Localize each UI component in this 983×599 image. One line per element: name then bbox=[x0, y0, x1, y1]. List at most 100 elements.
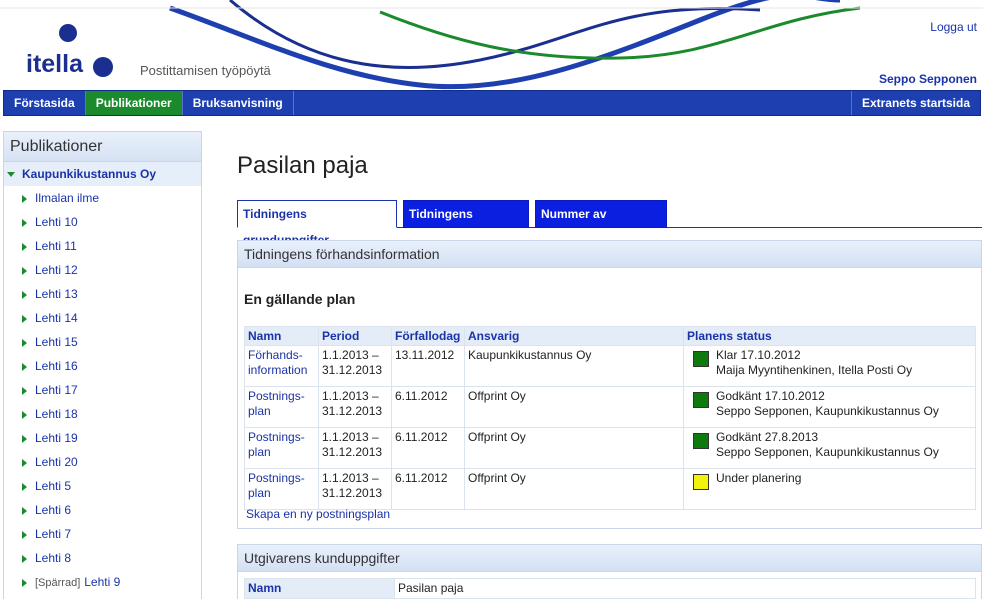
plan-name-link[interactable]: plan bbox=[248, 404, 315, 419]
sidebar-item-publisher[interactable]: Kaupunkikustannus Oy bbox=[4, 162, 201, 186]
itella-logo: itella bbox=[26, 50, 83, 78]
sidebar-item-label: Lehti 5 bbox=[35, 479, 72, 493]
status-label: Godkänt 17.10.2012 bbox=[716, 389, 825, 403]
status-cell-wrap: Godkänt 17.10.2012 Seppo Sepponen, Kaupun… bbox=[683, 386, 976, 428]
period-cell: 1.1.2013 –31.12.2013 bbox=[318, 386, 392, 428]
collapsed-arrow-icon bbox=[22, 507, 27, 515]
due-date-cell: 6.11.2012 bbox=[391, 427, 465, 469]
sidebar-title: Publikationer bbox=[4, 132, 201, 162]
collapsed-arrow-icon bbox=[22, 531, 27, 539]
sidebar-item[interactable]: Lehti 12 bbox=[4, 258, 201, 282]
current-user[interactable]: Seppo Sepponen bbox=[879, 72, 977, 86]
period-cell: 1.1.2013 –31.12.2013 bbox=[318, 427, 392, 469]
sidebar-item[interactable]: Lehti 16 bbox=[4, 354, 201, 378]
plan-name-cell[interactable]: Förhands-information bbox=[244, 345, 319, 387]
plan-name-link[interactable]: information bbox=[248, 363, 315, 378]
nav-item-forstasida[interactable]: Förstasida bbox=[4, 91, 86, 115]
collapsed-arrow-icon bbox=[22, 459, 27, 467]
plan-table-body: Förhands-information 1.1.2013 –31.12.2013… bbox=[244, 345, 976, 510]
period-start: 1.1.2013 – bbox=[322, 471, 379, 485]
collapsed-arrow-icon bbox=[22, 435, 27, 443]
logout-link[interactable]: Logga ut bbox=[930, 20, 977, 34]
status-text: Klar 17.10.2012 Maija Myyntihenkinen, Ite… bbox=[716, 348, 912, 378]
collapsed-arrow-icon bbox=[22, 555, 27, 563]
sidebar-item[interactable]: Lehti 15 bbox=[4, 330, 201, 354]
plan-status: Under planering bbox=[687, 471, 972, 490]
status-color-icon bbox=[693, 474, 709, 490]
nav-item-extranet[interactable]: Extranets startsida bbox=[850, 91, 980, 115]
plan-status: Klar 17.10.2012 Maija Myyntihenkinen, Ite… bbox=[687, 348, 972, 378]
collapsed-arrow-icon bbox=[22, 387, 27, 395]
app-tagline: Postittamisen työpöytä bbox=[140, 63, 271, 78]
sidebar-item[interactable]: Lehti 19 bbox=[4, 426, 201, 450]
period-cell: 1.1.2013 –31.12.2013 bbox=[318, 468, 392, 510]
status-cell-wrap: Under planering bbox=[683, 468, 976, 510]
create-plan-link[interactable]: Skapa en ny postningsplan bbox=[246, 507, 390, 521]
status-color-icon bbox=[693, 392, 709, 408]
sidebar-item-label: Lehti 7 bbox=[35, 527, 72, 541]
panel-heading: Utgivarens kunduppgifter bbox=[238, 545, 981, 572]
plan-name-link[interactable]: Postnings- bbox=[248, 389, 315, 404]
plan-name-link[interactable]: Postnings- bbox=[248, 471, 315, 486]
nav-item-publikationer[interactable]: Publikationer bbox=[85, 91, 183, 115]
plan-name-cell[interactable]: Postnings-plan bbox=[244, 468, 319, 510]
preinfo-panel: Tidningens förhandsinformation En gällan… bbox=[237, 240, 982, 529]
tab-nummer[interactable]: Nummer av tidningen bbox=[535, 200, 667, 247]
page-title: Pasilan paja bbox=[237, 152, 368, 179]
table-row: Postnings-plan 1.1.2013 –31.12.2013 6.11.2… bbox=[244, 468, 976, 510]
status-detail: Seppo Sepponen, Kaupunkikustannus Oy bbox=[716, 445, 939, 459]
plan-name-cell[interactable]: Postnings-plan bbox=[244, 427, 319, 469]
status-color-icon bbox=[693, 433, 709, 449]
collapsed-arrow-icon bbox=[22, 267, 27, 275]
plan-name-link[interactable]: Förhands- bbox=[248, 348, 315, 363]
responsible-cell: Offprint Oy bbox=[464, 427, 684, 469]
sidebar-item[interactable]: Lehti 17 bbox=[4, 378, 201, 402]
field-value: Pasilan paja bbox=[394, 578, 976, 599]
plan-name-link[interactable]: Postnings- bbox=[248, 430, 315, 445]
sidebar-item[interactable]: [Spärrad] Lehti 9 bbox=[4, 570, 201, 594]
due-date-cell: 6.11.2012 bbox=[391, 468, 465, 510]
plan-name-cell[interactable]: Postnings-plan bbox=[244, 386, 319, 428]
tab-grunduppgifter[interactable]: Tidningens grunduppgifter bbox=[237, 200, 397, 247]
sidebar-item[interactable]: Ilmalan ilme bbox=[4, 186, 201, 210]
sidebar-item[interactable]: Lehti 11 bbox=[4, 234, 201, 258]
plan-name-link[interactable]: plan bbox=[248, 486, 315, 501]
sidebar-item[interactable]: Lehti 8 bbox=[4, 546, 201, 570]
publisher-panel: Utgivarens kunduppgifter Namn Pasilan pa… bbox=[237, 544, 982, 599]
sidebar-item[interactable]: Lehti 13 bbox=[4, 282, 201, 306]
collapsed-arrow-icon bbox=[22, 339, 27, 347]
table-row: Postnings-plan 1.1.2013 –31.12.2013 6.11.2… bbox=[244, 427, 976, 469]
tab-kalender[interactable]: Tidningens kalender bbox=[403, 200, 529, 247]
collapsed-arrow-icon bbox=[22, 219, 27, 227]
tab-bar: Tidningens grunduppgifter Tidningens kal… bbox=[237, 200, 982, 247]
sidebar-item-label: Lehti 19 bbox=[35, 431, 78, 445]
collapsed-arrow-icon bbox=[22, 363, 27, 371]
sidebar-item[interactable]: Lehti 7 bbox=[4, 522, 201, 546]
period-end: 31.12.2013 bbox=[322, 404, 383, 418]
sidebar-item-label: Lehti 12 bbox=[35, 263, 78, 277]
panel-subheading: En gällande plan bbox=[244, 291, 356, 307]
field-label: Namn bbox=[244, 578, 395, 599]
sidebar-item[interactable]: Lehti 6 bbox=[4, 498, 201, 522]
nav-item-bruksanvisning[interactable]: Bruksanvisning bbox=[183, 91, 294, 115]
status-text: Godkänt 27.8.2013 Seppo Sepponen, Kaupunk… bbox=[716, 430, 939, 460]
sidebar-item[interactable]: Lehti 14 bbox=[4, 306, 201, 330]
sidebar: Publikationer Kaupunkikustannus Oy Ilmal… bbox=[3, 131, 202, 599]
sidebar-item[interactable]: Lehti 10 bbox=[4, 210, 201, 234]
collapsed-arrow-icon bbox=[22, 195, 27, 203]
main-nav: Förstasida Publikationer Bruksanvisning … bbox=[3, 90, 981, 116]
period-end: 31.12.2013 bbox=[322, 363, 383, 377]
sidebar-item-label: Lehti 17 bbox=[35, 383, 78, 397]
status-detail: Maija Myyntihenkinen, Itella Posti Oy bbox=[716, 363, 913, 377]
table-row: Namn Pasilan paja bbox=[244, 578, 976, 599]
sidebar-item[interactable]: Lehti 20 bbox=[4, 450, 201, 474]
sidebar-item[interactable]: Lehti 5 bbox=[4, 474, 201, 498]
plan-name-link[interactable]: plan bbox=[248, 445, 315, 460]
sidebar-item-label: Lehti 11 bbox=[35, 239, 77, 253]
sidebar-item-label: Lehti 16 bbox=[35, 359, 78, 373]
plan-status: Godkänt 17.10.2012 Seppo Sepponen, Kaupun… bbox=[687, 389, 972, 419]
table-row: Förhands-information 1.1.2013 –31.12.2013… bbox=[244, 345, 976, 387]
period-end: 31.12.2013 bbox=[322, 486, 383, 500]
column-header: Förfallodag bbox=[391, 326, 465, 346]
sidebar-item[interactable]: Lehti 18 bbox=[4, 402, 201, 426]
